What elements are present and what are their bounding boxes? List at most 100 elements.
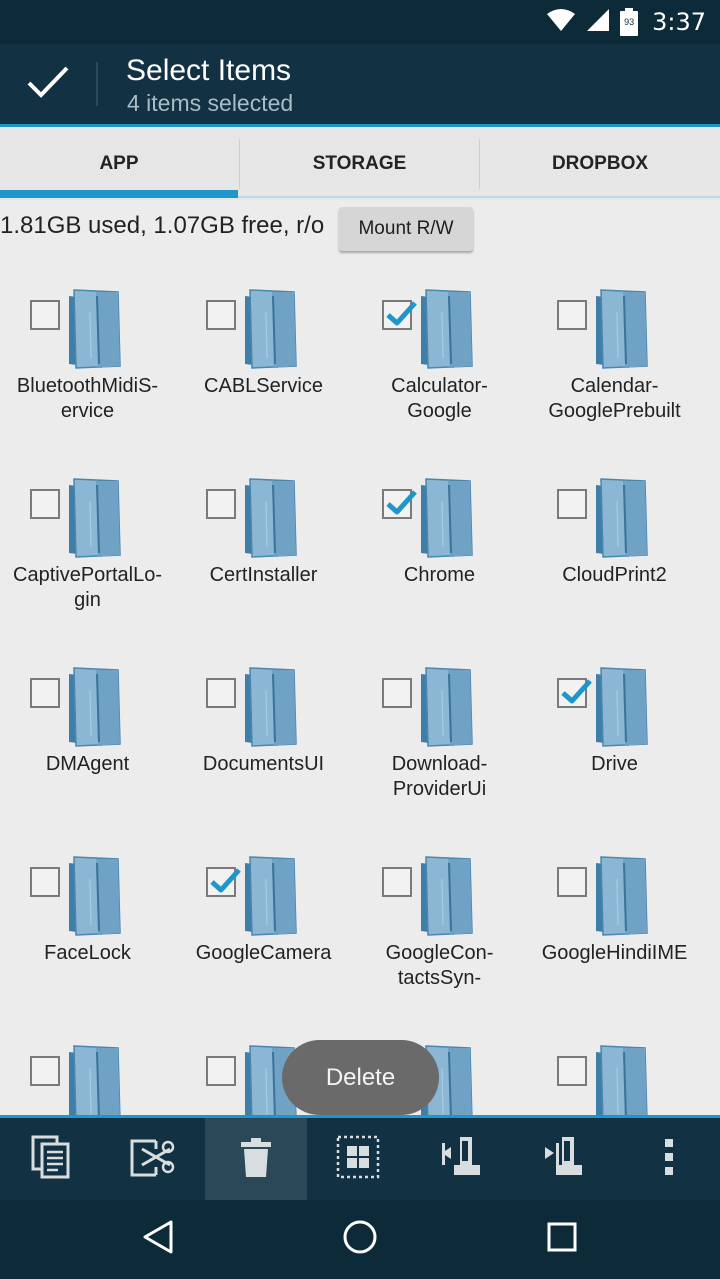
delete-icon: [240, 1136, 272, 1183]
file-item[interactable]: GoogleCamera: [176, 839, 351, 1028]
mount-rw-button[interactable]: Mount R/W: [339, 207, 473, 251]
checkbox-checked[interactable]: [382, 300, 417, 330]
file-name: CaptivePortalLo- gin: [13, 564, 162, 611]
folder-icon: [593, 477, 651, 564]
battery-icon: 93: [620, 8, 639, 36]
done-button[interactable]: [0, 44, 96, 124]
file-item[interactable]: BluetoothMidiS- ervice: [0, 272, 175, 461]
folder-icon: [242, 666, 300, 753]
checkmark-icon: [385, 489, 417, 522]
tab-selected-indicator: [0, 190, 238, 198]
checkbox[interactable]: [30, 489, 60, 519]
wifi-icon: [546, 8, 576, 37]
file-item[interactable]: FaceLock: [0, 839, 175, 1028]
file-name: Calendar- GooglePrebuilt: [548, 375, 681, 422]
file-item[interactable]: DocumentsUI: [176, 650, 351, 839]
file-item[interactable]: Download- ProviderUi: [352, 650, 527, 839]
folder-icon: [418, 855, 476, 942]
clock: 3:37: [652, 8, 706, 36]
checkbox[interactable]: [382, 867, 412, 897]
signal-icon: [586, 8, 610, 37]
checkbox[interactable]: [30, 678, 60, 708]
file-item[interactable]: [0, 1028, 175, 1117]
cut-button[interactable]: [102, 1118, 204, 1200]
checkbox[interactable]: [206, 489, 236, 519]
checkbox[interactable]: [557, 489, 587, 519]
recents-button[interactable]: [502, 1200, 622, 1279]
checkbox[interactable]: [557, 300, 587, 330]
bottom-toolbar: [0, 1115, 720, 1200]
checkmark-icon: [26, 64, 70, 105]
battery-level: 93: [624, 17, 635, 27]
overflow-menu-icon: [663, 1138, 675, 1181]
tab-bar: APP STORAGE DROPBOX: [0, 124, 720, 200]
checkmark-icon: [560, 678, 592, 711]
file-name: Calculator- Google: [391, 375, 488, 422]
file-name: GoogleHindiIME: [541, 942, 688, 964]
copy-button[interactable]: [0, 1118, 102, 1200]
overflow-menu-button[interactable]: [618, 1118, 720, 1200]
folder-icon: [242, 477, 300, 564]
checkbox[interactable]: [206, 678, 236, 708]
folder-icon: [66, 288, 124, 375]
file-item[interactable]: CertInstaller: [176, 461, 351, 650]
select-all-button[interactable]: [307, 1118, 409, 1200]
checkbox[interactable]: [557, 867, 587, 897]
checkbox-checked[interactable]: [557, 678, 592, 708]
folder-icon: [593, 855, 651, 942]
checkbox-checked[interactable]: [206, 867, 241, 897]
checkbox[interactable]: [206, 1056, 236, 1086]
file-item[interactable]: GoogleHindiIME: [527, 839, 702, 1028]
extract-button[interactable]: [512, 1118, 614, 1200]
file-name: Chrome: [403, 564, 476, 586]
extract-icon: [542, 1135, 584, 1184]
file-grid: BluetoothMidiS- ervice CABLService Calcula…: [0, 272, 720, 1117]
copy-icon: [31, 1135, 71, 1184]
file-item[interactable]: Drive: [527, 650, 702, 839]
select-all-icon: [336, 1135, 380, 1184]
screen: 93 3:37 Select Items 4 items selected AP…: [0, 0, 720, 1279]
checkbox[interactable]: [206, 300, 236, 330]
folder-icon: [593, 288, 651, 375]
cut-icon: [130, 1135, 176, 1184]
file-item[interactable]: Chrome: [352, 461, 527, 650]
checkbox[interactable]: [30, 1056, 60, 1086]
folder-icon: [418, 288, 476, 375]
page-title: Select Items: [126, 54, 292, 87]
folder-icon: [242, 288, 300, 375]
file-item[interactable]: CloudPrint2: [527, 461, 702, 650]
checkbox[interactable]: [30, 867, 60, 897]
tab-dropbox[interactable]: DROPBOX: [480, 127, 720, 200]
compress-button[interactable]: [410, 1118, 512, 1200]
file-item[interactable]: CABLService: [176, 272, 351, 461]
file-name: GoogleCamera: [195, 942, 332, 964]
action-bar: Select Items 4 items selected: [0, 44, 720, 124]
file-item[interactable]: GoogleCon- tactsSyn-: [352, 839, 527, 1028]
status-bar: 93 3:37: [0, 0, 720, 44]
tab-storage[interactable]: STORAGE: [240, 127, 479, 200]
home-icon: [342, 1219, 378, 1260]
folder-icon: [66, 855, 124, 942]
checkmark-icon: [385, 300, 417, 333]
selection-count: 4 items selected: [127, 90, 294, 116]
back-button[interactable]: [98, 1200, 218, 1279]
file-item[interactable]: DMAgent: [0, 650, 175, 839]
checkbox-checked[interactable]: [382, 489, 417, 519]
file-item[interactable]: [527, 1028, 702, 1117]
checkbox[interactable]: [382, 678, 412, 708]
status-icons: 93 3:37: [546, 0, 706, 44]
file-name: FaceLock: [44, 942, 131, 964]
compress-icon: [440, 1135, 482, 1184]
file-name: CloudPrint2: [562, 564, 667, 586]
folder-icon: [242, 855, 300, 942]
file-item[interactable]: Calendar- GooglePrebuilt: [527, 272, 702, 461]
home-button[interactable]: [300, 1200, 420, 1279]
file-name: DMAgent: [45, 753, 130, 775]
file-item[interactable]: Calculator- Google: [352, 272, 527, 461]
file-name: BluetoothMidiS- ervice: [16, 375, 159, 422]
delete-button[interactable]: [205, 1118, 307, 1200]
navigation-bar: [0, 1200, 720, 1279]
file-item[interactable]: CaptivePortalLo- gin: [0, 461, 175, 650]
checkbox[interactable]: [557, 1056, 587, 1086]
checkbox[interactable]: [30, 300, 60, 330]
